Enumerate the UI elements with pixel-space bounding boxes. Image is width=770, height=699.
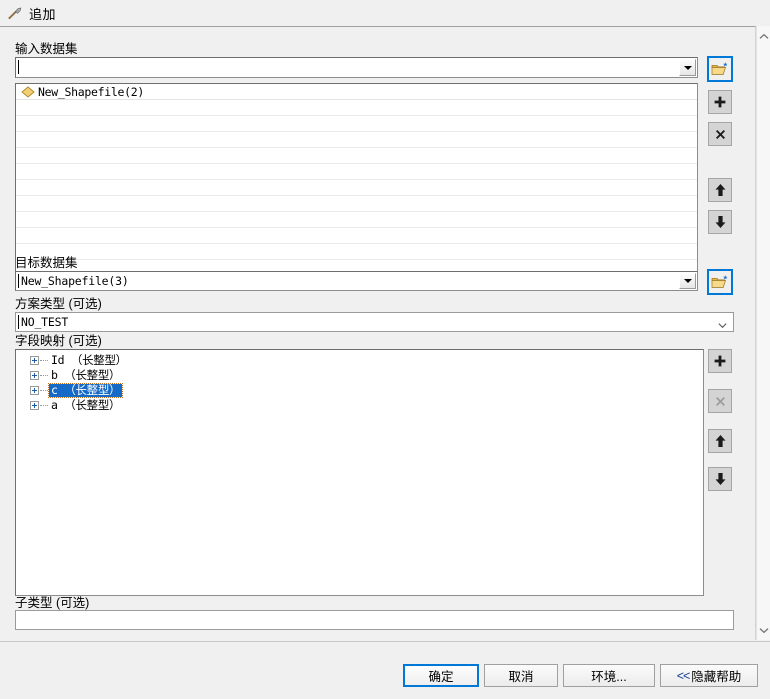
input-datasets-move-up-button[interactable]	[708, 178, 732, 202]
field-map-tree[interactable]: Id （长整型） b （长整型） c （长整型） a （长整型）	[15, 349, 704, 596]
scrollbar-thumb[interactable]	[759, 44, 769, 604]
input-datasets-combo[interactable]	[15, 57, 698, 78]
input-datasets-remove-button[interactable]	[708, 122, 732, 146]
target-dataset-combo[interactable]: New_Shapefile(3)	[15, 271, 698, 291]
input-datasets-list-rows: New_Shapefile(2)	[16, 84, 697, 275]
arrow-down-icon	[714, 472, 727, 486]
list-row-empty	[16, 196, 697, 212]
close-icon	[714, 128, 727, 141]
list-row-empty	[16, 164, 697, 180]
text-caret	[18, 60, 19, 74]
window-title: 追加	[29, 6, 57, 22]
schema-type-value: NO_TEST	[21, 315, 69, 329]
schema-type-dropdown[interactable]: NO_TEST	[15, 312, 734, 332]
tree-item[interactable]: Id （长整型）	[16, 353, 703, 368]
ok-button[interactable]: 确定	[403, 664, 479, 687]
expand-plus-icon[interactable]	[30, 401, 39, 410]
expand-plus-icon[interactable]	[30, 356, 39, 365]
plus-icon	[713, 354, 727, 368]
list-row-empty	[16, 132, 697, 148]
tree-connector	[40, 359, 48, 362]
list-row-empty	[16, 212, 697, 228]
tree-item[interactable]: b （长整型）	[16, 368, 703, 383]
input-datasets-browse-button[interactable]	[707, 56, 733, 82]
list-item[interactable]: New_Shapefile(2)	[16, 84, 697, 100]
list-row-empty	[16, 180, 697, 196]
target-dataset-value: New_Shapefile(3)	[21, 274, 129, 288]
input-datasets-add-button[interactable]	[708, 90, 732, 114]
list-row-empty	[16, 228, 697, 244]
chevron-down-icon[interactable]	[679, 59, 696, 76]
list-row-empty	[16, 116, 697, 132]
list-row-empty	[16, 148, 697, 164]
chevron-down-icon[interactable]	[679, 273, 696, 289]
hammer-icon	[7, 5, 23, 21]
input-datasets-label: 输入数据集	[15, 42, 78, 56]
scroll-up-icon[interactable]	[757, 28, 770, 44]
text-caret	[18, 274, 19, 288]
hide-help-button[interactable]: << 隐藏帮助	[660, 664, 758, 687]
expand-plus-icon[interactable]	[30, 386, 39, 395]
list-row-empty	[16, 100, 697, 116]
input-datasets-move-down-button[interactable]	[708, 210, 732, 234]
tree-item-selected[interactable]: c （长整型）	[16, 383, 703, 398]
open-folder-add-icon	[711, 61, 729, 77]
tree-item-label: c （长整型）	[47, 383, 124, 398]
field-map-move-up-button[interactable]	[708, 429, 732, 453]
chevron-down-icon[interactable]	[718, 319, 727, 329]
hide-help-label: 隐藏帮助	[691, 670, 742, 684]
field-map-label: 字段映射 (可选)	[15, 334, 102, 348]
subtype-label: 子类型 (可选)	[15, 596, 90, 610]
field-map-remove-button	[708, 389, 732, 413]
dialog-content: 输入数据集 New_Shapefile(2) 目标数据集 New_Shapefi…	[0, 26, 756, 640]
field-map-move-down-button[interactable]	[708, 467, 732, 491]
field-map-add-button[interactable]	[708, 349, 732, 373]
text-caret	[18, 315, 19, 329]
input-datasets-list[interactable]: New_Shapefile(2)	[15, 83, 698, 276]
subtype-input[interactable]	[15, 610, 734, 630]
tree-connector	[40, 389, 48, 392]
field-map-tree-items: Id （长整型） b （长整型） c （长整型） a （长整型）	[16, 350, 703, 413]
tree-item[interactable]: a （长整型）	[16, 398, 703, 413]
list-item-label: New_Shapefile(2)	[38, 84, 144, 99]
target-dataset-browse-button[interactable]	[707, 269, 733, 295]
tree-item-label: a （长整型）	[51, 398, 121, 412]
arrow-up-icon	[714, 183, 727, 197]
tree-connector	[40, 404, 48, 407]
dialog-scrollbar[interactable]	[756, 26, 770, 640]
cancel-button[interactable]: 取消	[484, 664, 558, 687]
append-tool-dialog: 追加 输入数据集 New_Shapefile(2) 目标数据集 New_Shap…	[0, 0, 770, 699]
list-row-empty	[16, 244, 697, 260]
target-dataset-label: 目标数据集	[15, 256, 78, 270]
expand-plus-icon[interactable]	[30, 371, 39, 380]
tree-item-label: b （长整型）	[51, 368, 121, 382]
arrow-down-icon	[714, 215, 727, 229]
double-chevron-left-icon: <<	[676, 668, 691, 683]
close-icon	[714, 395, 727, 408]
open-folder-add-icon	[711, 274, 729, 290]
schema-type-label: 方案类型 (可选)	[15, 297, 102, 311]
environments-button[interactable]: 环境...	[563, 664, 655, 687]
title-bar: 追加	[0, 0, 770, 26]
scroll-down-icon[interactable]	[757, 622, 770, 638]
arrow-up-icon	[714, 434, 727, 448]
tree-connector	[40, 374, 48, 377]
plus-icon	[713, 95, 727, 109]
polygon-feature-icon	[21, 85, 38, 98]
tree-item-label: Id （长整型）	[51, 353, 127, 367]
